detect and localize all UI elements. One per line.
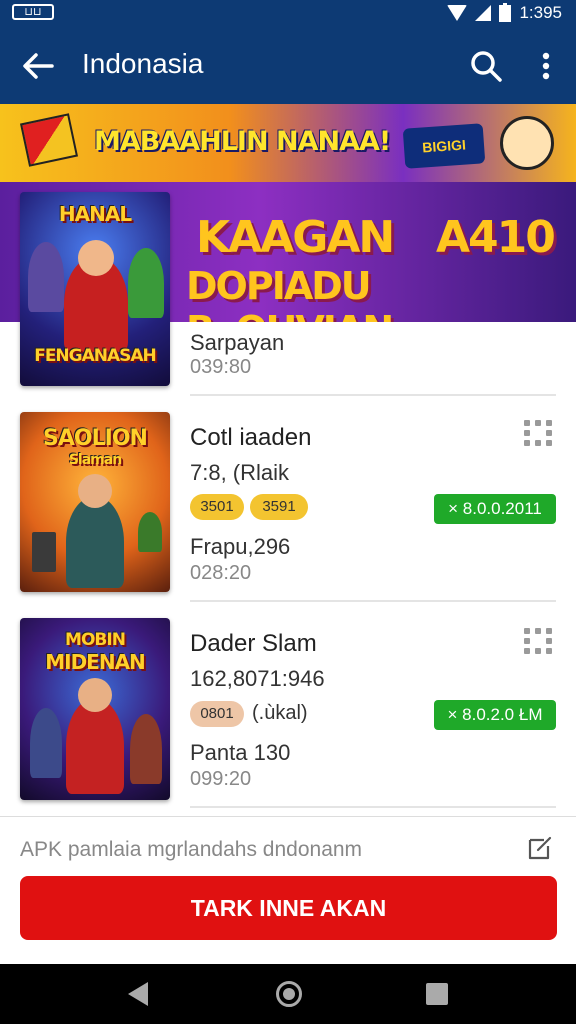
promo-banner[interactable]: MABAAHLIN NANAA! BIGIGI <box>0 104 576 182</box>
item-title[interactable]: Dader Slam <box>190 630 317 658</box>
tag-chip: 3501 <box>190 494 244 520</box>
price-button[interactable]: × 8.0.2.0 ŁM <box>434 700 556 730</box>
price-button[interactable]: × 8.0.0.2011 <box>434 494 556 524</box>
thumbnail-caption-sub: MIDENAN <box>45 650 146 674</box>
status-bar: ⊔⊔ 1:395 <box>0 0 576 26</box>
item-time: 099:20 <box>190 768 252 790</box>
mascot-icon <box>500 116 554 170</box>
hero-subtitle: DOPIADU B•OHVIAN <box>186 264 394 322</box>
item-title[interactable]: Cotl iaaden <box>190 424 311 452</box>
banner-logo: BIGIGI <box>402 123 486 169</box>
item-time: 039:80 <box>190 356 252 378</box>
nav-home-icon[interactable] <box>276 981 302 1007</box>
wifi-icon <box>447 5 468 21</box>
back-arrow-icon[interactable] <box>18 46 58 86</box>
item-subtitle: 7:8, (Rlaik <box>190 460 290 485</box>
tag-chip: 3591 <box>250 494 308 520</box>
signal-icon <box>475 5 492 21</box>
item-extra: Panta 130 <box>190 740 291 765</box>
thumbnail-caption: FENGANASAH <box>34 346 157 366</box>
grid-menu-icon[interactable] <box>524 418 552 446</box>
app-bar: Indonasia <box>0 26 576 104</box>
thumbnail-caption-sub: Slaman <box>68 452 122 468</box>
footer-divider <box>0 816 576 817</box>
footer-text: APK pamlaia mgrlandahs dndonanm <box>20 838 363 861</box>
game-thumbnail[interactable]: HANAL FENGANASAH <box>20 192 170 386</box>
tag-note: (.ùkal) <box>252 702 308 724</box>
item-extra: Frapu,296 <box>190 534 291 559</box>
grid-menu-icon[interactable] <box>524 626 552 654</box>
primary-action-button[interactable]: TARK INNE AKAN <box>20 876 557 940</box>
thumbnail-caption-top: HANAL <box>58 202 132 226</box>
game-thumbnail[interactable]: SAOLION Slaman <box>20 412 170 592</box>
item-time: 028:20 <box>190 562 252 584</box>
clock: 1:395 <box>519 3 562 22</box>
banner-text: MABAAHLIN NANAA! <box>94 126 391 157</box>
battery-icon <box>499 2 512 22</box>
divider <box>190 806 556 808</box>
page-title: Indonasia <box>82 48 204 79</box>
nav-back-icon[interactable] <box>128 982 148 1006</box>
hero-title: KAAGAN <box>196 212 395 263</box>
nav-recents-icon[interactable] <box>426 983 448 1005</box>
tag-chip: 0801 <box>190 701 244 727</box>
item-subtitle: 162,8071:946 <box>190 666 325 691</box>
thumbnail-caption: MOBIN <box>65 630 126 650</box>
flag-icon <box>19 113 79 167</box>
search-icon[interactable] <box>466 46 506 86</box>
notification-icon: ⊔⊔ <box>12 4 54 20</box>
hero-number: A410 <box>436 212 556 263</box>
game-thumbnail[interactable]: MOBIN MIDENAN <box>20 618 170 800</box>
edit-icon[interactable] <box>526 834 554 862</box>
thumbnail-caption: SAOLION <box>43 426 148 451</box>
divider <box>190 600 556 602</box>
divider <box>190 394 556 396</box>
more-vert-icon[interactable] <box>530 46 562 86</box>
system-nav-bar <box>0 964 576 1024</box>
item-subtitle: Sarpayan <box>190 330 285 355</box>
